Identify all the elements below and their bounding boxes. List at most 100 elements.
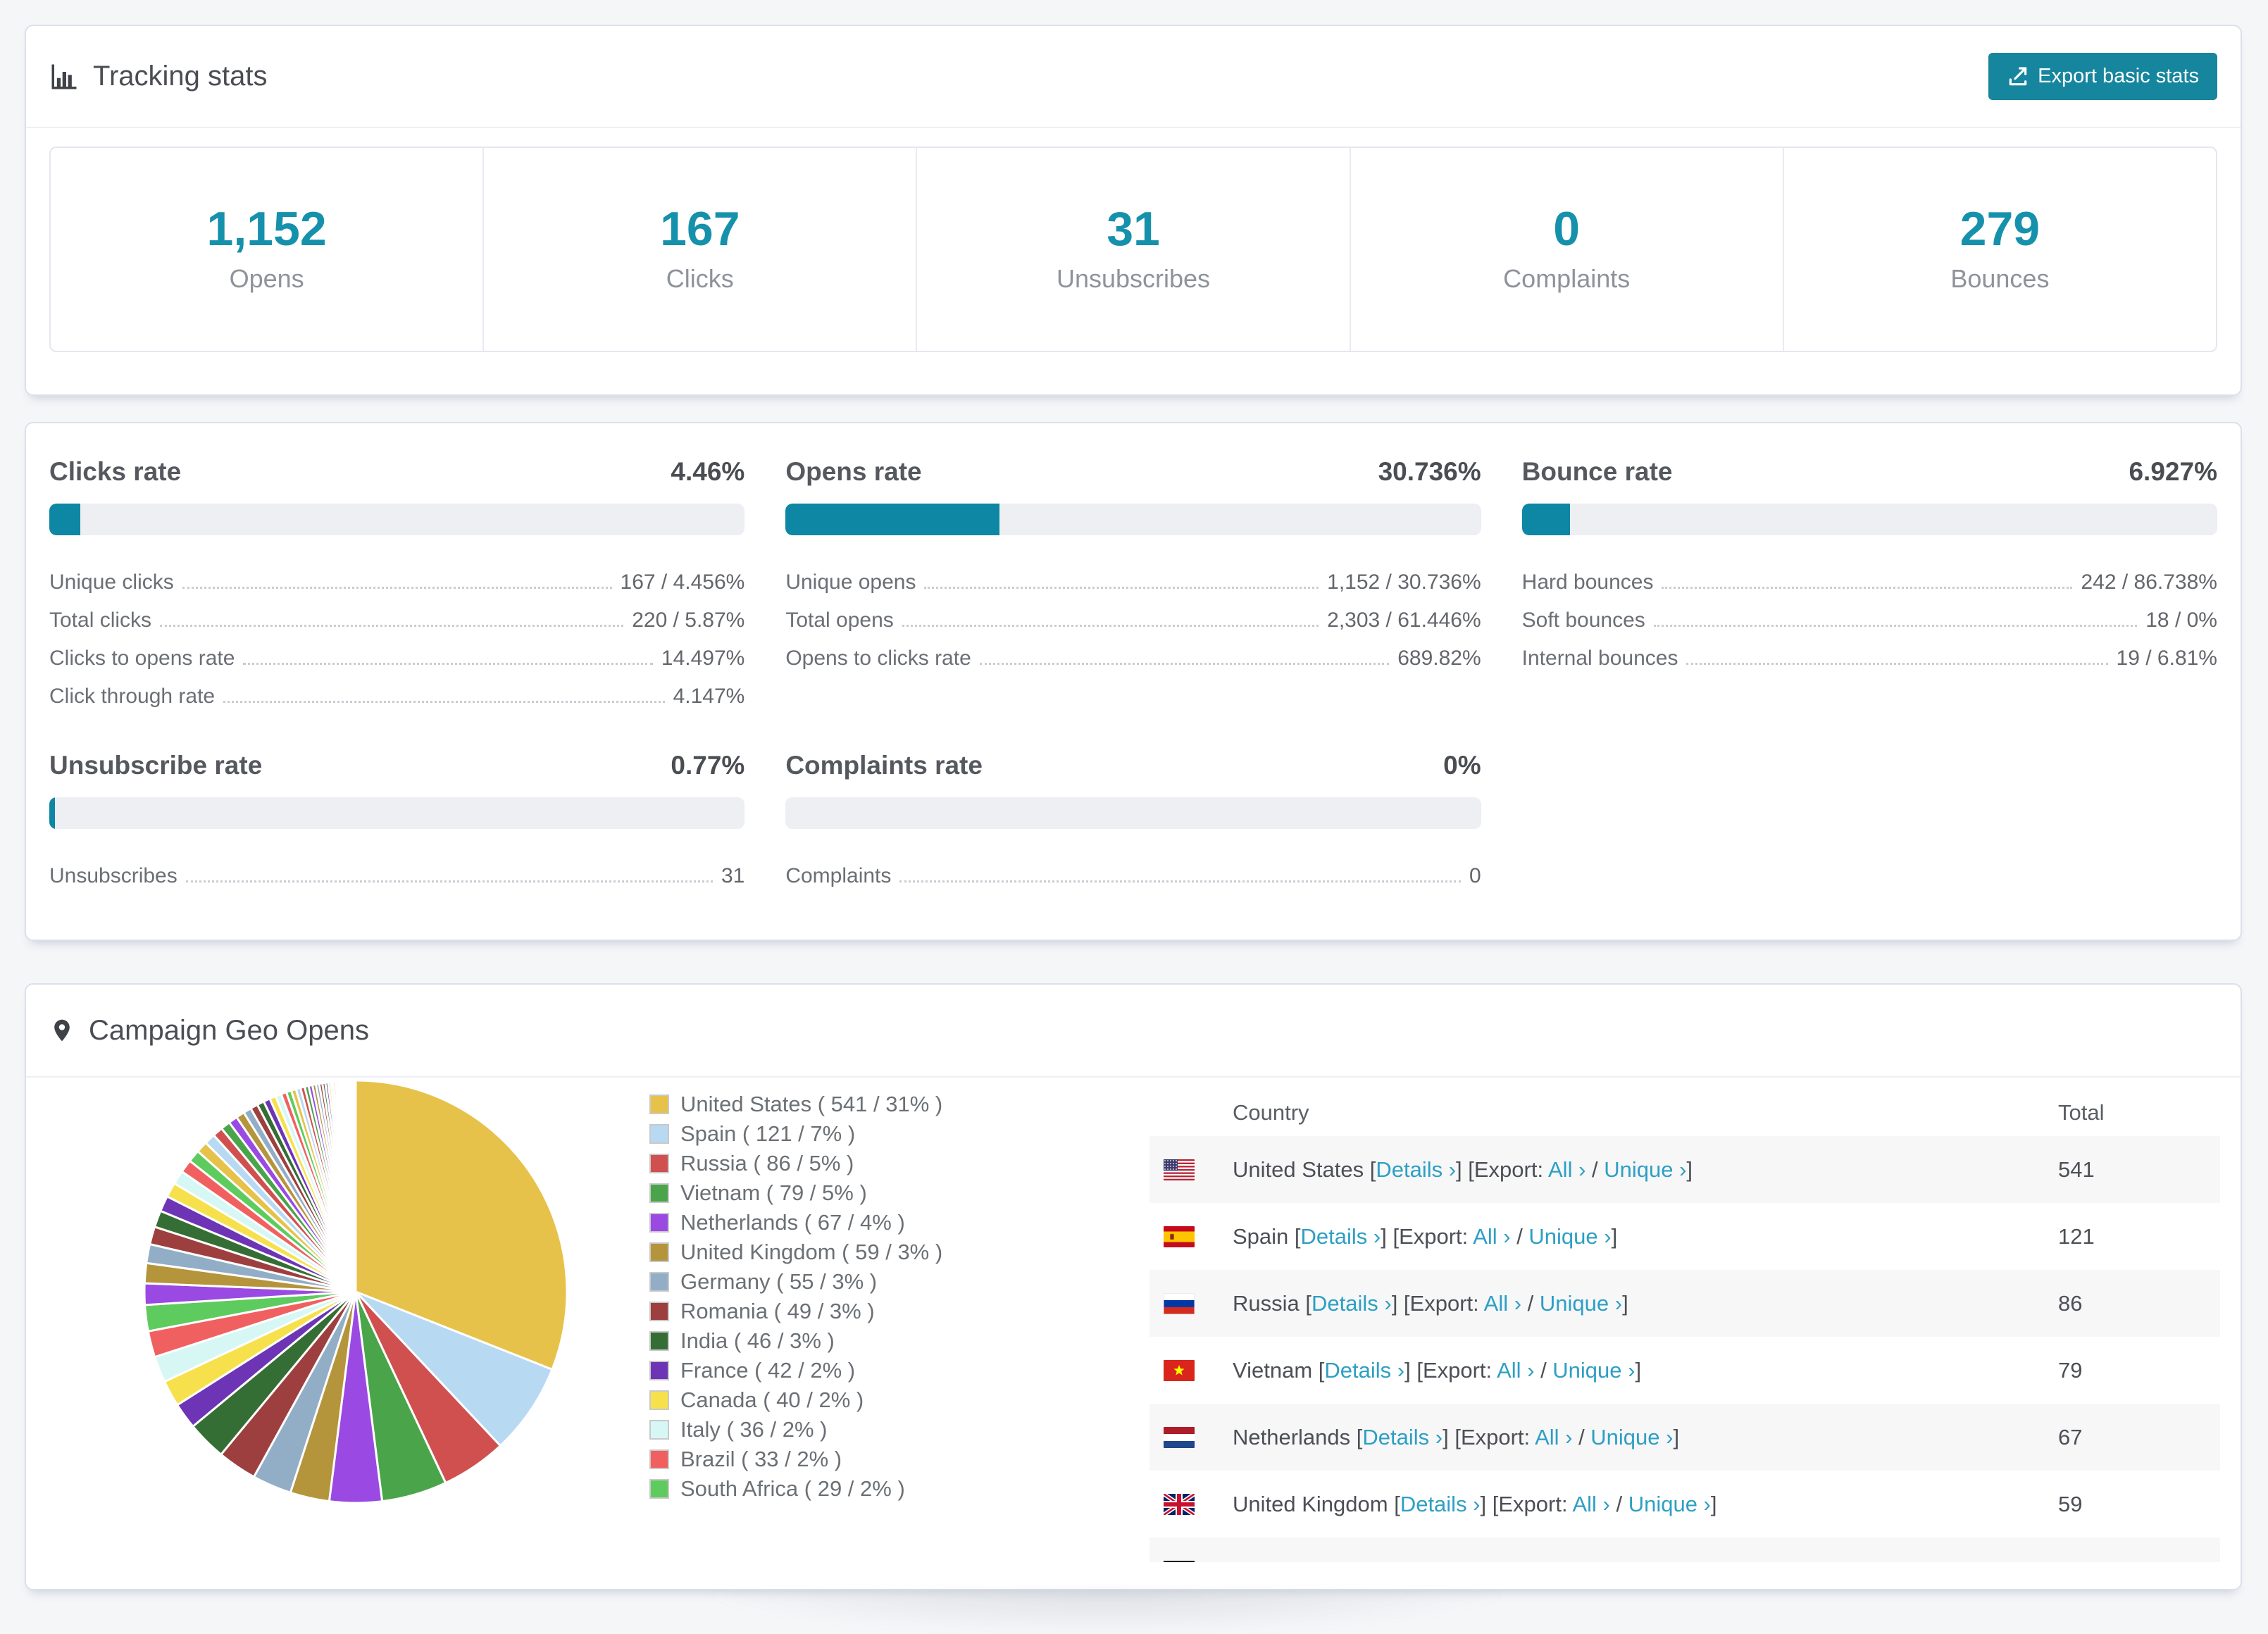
country-name: Russia bbox=[1233, 1290, 1306, 1316]
details-link[interactable]: Details › bbox=[1335, 1559, 1415, 1563]
country-cell: Vietnam [Details ›] [Export: All › / Uni… bbox=[1233, 1358, 2058, 1383]
stat-value: 1,152 bbox=[206, 202, 327, 256]
stat-card: 279 Bounces bbox=[1784, 148, 2216, 351]
rate-detail-value: 31 bbox=[721, 864, 745, 887]
country-cell: United States [Details ›] [Export: All ›… bbox=[1233, 1157, 2058, 1183]
page-bottom-shadow bbox=[697, 1592, 1514, 1634]
rate-detail-label: Opens to clicks rate bbox=[785, 647, 971, 670]
legend-swatch bbox=[649, 1213, 669, 1233]
dotted-leader bbox=[223, 701, 665, 703]
bracket: [ bbox=[1294, 1223, 1301, 1249]
legend-label: South Africa ( 29 / 2% ) bbox=[680, 1476, 905, 1501]
rates-grid: Clicks rate 4.46% Unique clicks 167 / 4.456… bbox=[49, 457, 2217, 891]
legend-swatch bbox=[649, 1183, 669, 1203]
geo-opens-pie-chart bbox=[143, 1079, 568, 1504]
progress-bar bbox=[785, 504, 1481, 535]
progress-bar bbox=[1521, 504, 2217, 535]
rate-section-title: Complaints rate bbox=[785, 751, 983, 780]
bracket: ] bbox=[1611, 1223, 1618, 1249]
bracket: [ bbox=[1394, 1491, 1400, 1516]
export-basic-stats-button[interactable]: Export basic stats bbox=[1988, 53, 2217, 100]
rate-detail-label: Internal bounces bbox=[1521, 647, 1678, 670]
rate-section-title: Unsubscribe rate bbox=[49, 751, 263, 780]
export-all-link[interactable]: All › bbox=[1484, 1291, 1521, 1316]
export-unique-link[interactable]: Unique › bbox=[1590, 1425, 1673, 1449]
details-link[interactable]: Details › bbox=[1301, 1224, 1381, 1249]
dotted-leader bbox=[185, 880, 713, 883]
rate-detail-row: Complaints 0 bbox=[785, 853, 1481, 891]
geo-table-row: United States [Details ›] [Export: All ›… bbox=[1149, 1136, 2220, 1203]
rate-detail-value: 242 / 86.738% bbox=[2081, 570, 2217, 594]
details-link[interactable]: Details › bbox=[1400, 1492, 1481, 1516]
details-link[interactable]: Details › bbox=[1311, 1291, 1392, 1316]
flag-cell bbox=[1149, 1493, 1233, 1515]
country-cell: Germany [Details ›] [Export: All › / Uni… bbox=[1233, 1559, 2058, 1563]
details-link[interactable]: Details › bbox=[1362, 1425, 1443, 1449]
export-unique-link[interactable]: Unique › bbox=[1628, 1492, 1711, 1516]
dotted-leader bbox=[1686, 663, 2108, 665]
dotted-leader bbox=[902, 625, 1319, 627]
country-name: Spain bbox=[1233, 1223, 1295, 1249]
flag-cell bbox=[1149, 1226, 1233, 1247]
progress-bar-fill bbox=[49, 797, 55, 829]
bracket: ] [Export: bbox=[1443, 1424, 1535, 1449]
rate-detail-row: Soft bounces 18 / 0% bbox=[1522, 597, 2217, 635]
rate-detail-value: 14.497% bbox=[661, 647, 745, 670]
rate-detail-row: Hard bounces 242 / 86.738% bbox=[1522, 559, 2217, 597]
nl-flag-icon bbox=[1164, 1426, 1195, 1448]
rate-detail-rows: Unsubscribes 31 bbox=[49, 853, 744, 891]
stat-value: 279 bbox=[1959, 202, 2040, 256]
export-all-link[interactable]: All › bbox=[1497, 1358, 1534, 1383]
rate-detail-row: Opens to clicks rate 689.82% bbox=[785, 635, 1481, 673]
rate-detail-label: Total clicks bbox=[49, 609, 152, 632]
details-link[interactable]: Details › bbox=[1376, 1157, 1456, 1182]
slash: / bbox=[1545, 1559, 1563, 1563]
progress-bar-fill bbox=[785, 504, 999, 535]
export-all-link[interactable]: All › bbox=[1548, 1157, 1585, 1182]
export-all-link[interactable]: All › bbox=[1535, 1425, 1572, 1449]
slash: / bbox=[1521, 1290, 1540, 1316]
dotted-leader bbox=[899, 880, 1461, 883]
rate-section-percent: 0% bbox=[1443, 751, 1481, 780]
legend-swatch bbox=[649, 1094, 669, 1114]
rate-detail-value: 4.147% bbox=[673, 685, 745, 708]
us-flag-icon bbox=[1164, 1159, 1195, 1180]
slash: / bbox=[1510, 1223, 1529, 1249]
rate-detail-row: Total clicks 220 / 5.87% bbox=[49, 597, 744, 635]
rate-detail-value: 2,303 / 61.446% bbox=[1327, 609, 1481, 632]
geo-table-row: United Kingdom [Details ›] [Export: All … bbox=[1149, 1471, 2220, 1538]
legend-label: Brazil ( 33 / 2% ) bbox=[680, 1447, 842, 1471]
legend-swatch bbox=[649, 1361, 669, 1380]
bracket: ] [Export: bbox=[1391, 1290, 1484, 1316]
export-unique-link[interactable]: Unique › bbox=[1563, 1559, 1645, 1563]
legend-swatch bbox=[649, 1390, 669, 1410]
export-unique-link[interactable]: Unique › bbox=[1552, 1358, 1635, 1383]
legend-item: Italy ( 36 / 2% ) bbox=[649, 1415, 942, 1445]
rate-detail-row: Unique opens 1,152 / 30.736% bbox=[785, 559, 1481, 597]
bar-chart-icon bbox=[51, 64, 77, 89]
bracket: ] [Export: bbox=[1404, 1357, 1497, 1383]
details-link[interactable]: Details › bbox=[1324, 1358, 1404, 1383]
legend-item: United Kingdom ( 59 / 3% ) bbox=[649, 1237, 942, 1267]
export-all-link[interactable]: All › bbox=[1507, 1559, 1544, 1563]
dotted-leader bbox=[243, 663, 653, 665]
legend-label: Russia ( 86 / 5% ) bbox=[680, 1151, 854, 1175]
legend-label: Netherlands ( 67 / 4% ) bbox=[680, 1210, 905, 1235]
export-all-link[interactable]: All › bbox=[1473, 1224, 1510, 1249]
export-unique-link[interactable]: Unique › bbox=[1528, 1224, 1611, 1249]
export-unique-link[interactable]: Unique › bbox=[1540, 1291, 1622, 1316]
slash: / bbox=[1534, 1357, 1553, 1383]
rate-detail-label: Unique clicks bbox=[49, 570, 174, 594]
legend-item: Netherlands ( 67 / 4% ) bbox=[649, 1208, 942, 1237]
country-name: Netherlands bbox=[1233, 1424, 1357, 1449]
stats-summary: 1,152 Opens 167 Clicks 31 Unsubscribes 0 Compla… bbox=[49, 146, 2217, 352]
legend-label: France ( 42 / 2% ) bbox=[680, 1358, 856, 1383]
rate-section-percent: 6.927% bbox=[2129, 457, 2217, 486]
tracking-stats-title: Tracking stats bbox=[49, 61, 267, 92]
rate-detail-value: 1,152 / 30.736% bbox=[1327, 570, 1481, 594]
rate-detail-row: Internal bounces 19 / 6.81% bbox=[1522, 635, 2217, 673]
rate-detail-rows: Unique clicks 167 / 4.456% Total clicks 220… bbox=[49, 559, 744, 711]
export-unique-link[interactable]: Unique › bbox=[1604, 1157, 1686, 1182]
export-all-link[interactable]: All › bbox=[1572, 1492, 1609, 1516]
legend-item: Vietnam ( 79 / 5% ) bbox=[649, 1178, 942, 1208]
